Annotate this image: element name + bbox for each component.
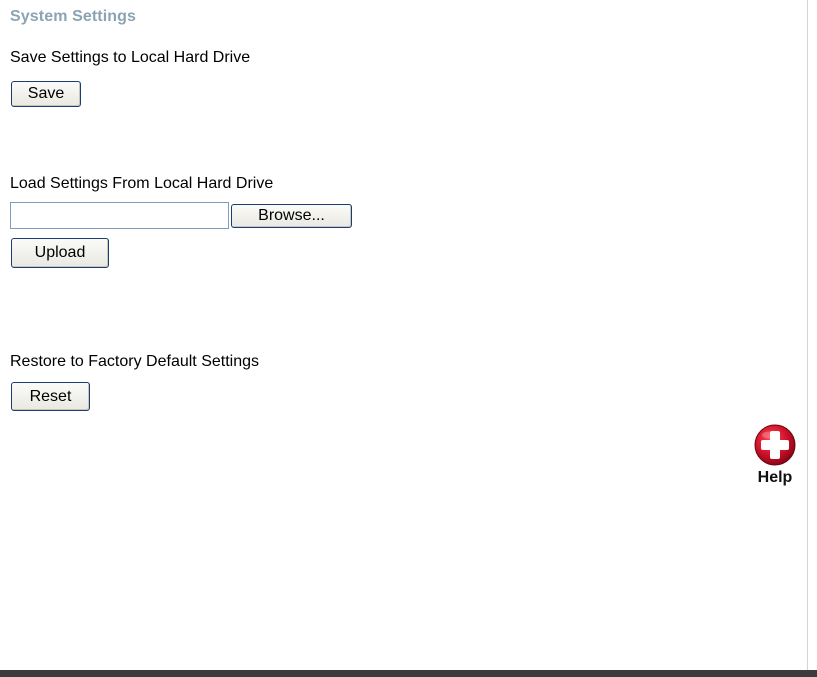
browse-button[interactable]: Browse... — [231, 204, 352, 228]
upload-button[interactable]: Upload — [11, 238, 109, 268]
load-settings-label: Load Settings From Local Hard Drive — [10, 175, 274, 192]
help-label: Help — [757, 469, 793, 486]
settings-file-input[interactable] — [10, 202, 229, 229]
right-border — [807, 0, 808, 670]
bottom-bar — [0, 670, 817, 677]
page-title: System Settings — [10, 8, 136, 25]
restore-defaults-label: Restore to Factory Default Settings — [10, 353, 259, 370]
save-button[interactable]: Save — [11, 81, 81, 107]
help-plus-icon — [754, 424, 796, 466]
save-settings-label: Save Settings to Local Hard Drive — [10, 49, 251, 66]
help-link[interactable]: Help — [750, 423, 800, 487]
reset-button[interactable]: Reset — [11, 382, 90, 411]
